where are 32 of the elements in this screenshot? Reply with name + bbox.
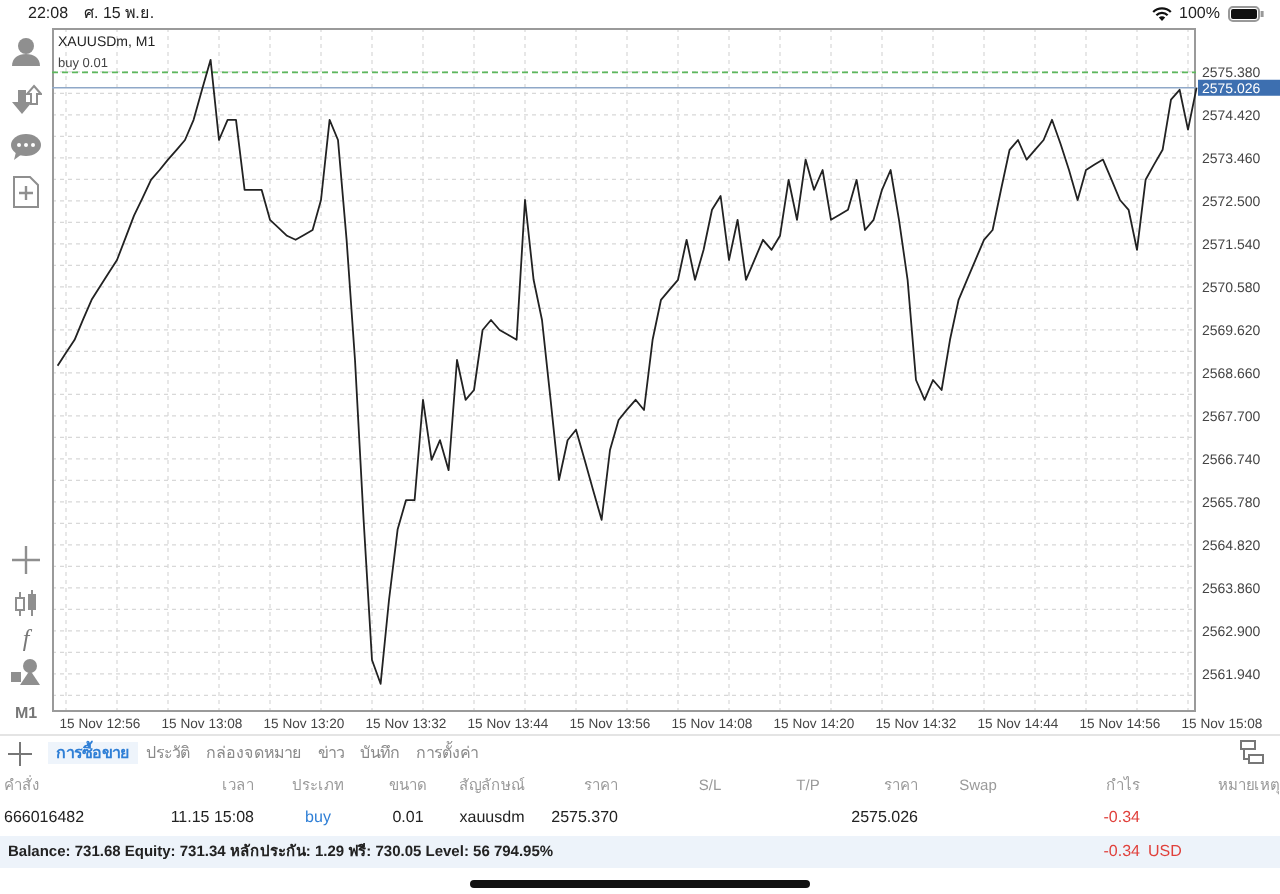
- add-icon[interactable]: [8, 741, 32, 765]
- status-time: 22:08: [28, 2, 69, 26]
- currency-label: USD: [1148, 840, 1184, 864]
- table-cell-text: 666016482: [4, 806, 85, 830]
- status-date: ศ. 15 พ.ย.: [84, 2, 155, 26]
- table-cell-text: buy: [305, 806, 331, 830]
- indicators-button[interactable]: f: [22, 626, 30, 650]
- table-cell-text: 2575.026: [851, 806, 918, 830]
- accounts-icon[interactable]: [10, 36, 42, 68]
- battery-percent: 100%: [1179, 2, 1220, 26]
- trade-arrows-icon[interactable]: [10, 84, 42, 116]
- table-cell-text: 11.15 15:08: [170, 806, 254, 830]
- candlestick-icon[interactable]: [12, 590, 40, 618]
- table-cell-text: 0.01: [392, 806, 424, 830]
- tab[interactable]: บันทึก: [352, 741, 408, 765]
- tab[interactable]: การตั้งค่า: [408, 741, 486, 765]
- tab[interactable]: ประวัติ: [138, 741, 198, 765]
- tab[interactable]: ข่าว: [310, 741, 352, 765]
- table-cell-text: 2575.370: [551, 806, 618, 830]
- battery-icon: [1228, 6, 1264, 22]
- table-cell-text: xauusdm: [459, 806, 525, 830]
- table-cell-text: -0.34: [1103, 806, 1140, 830]
- wifi-icon: [1151, 6, 1172, 22]
- tab[interactable]: กล่องจดหมาย: [198, 741, 310, 765]
- crosshair-icon[interactable]: [12, 546, 40, 574]
- timeframe-button[interactable]: M1: [14, 702, 38, 726]
- tab[interactable]: การซื้อขาย: [48, 741, 138, 765]
- chat-icon[interactable]: [10, 132, 42, 160]
- objects-icon[interactable]: [10, 658, 42, 686]
- new-document-icon[interactable]: [12, 176, 40, 208]
- total-profit: -0.34: [1103, 840, 1140, 864]
- layout-icon[interactable]: [1240, 740, 1264, 765]
